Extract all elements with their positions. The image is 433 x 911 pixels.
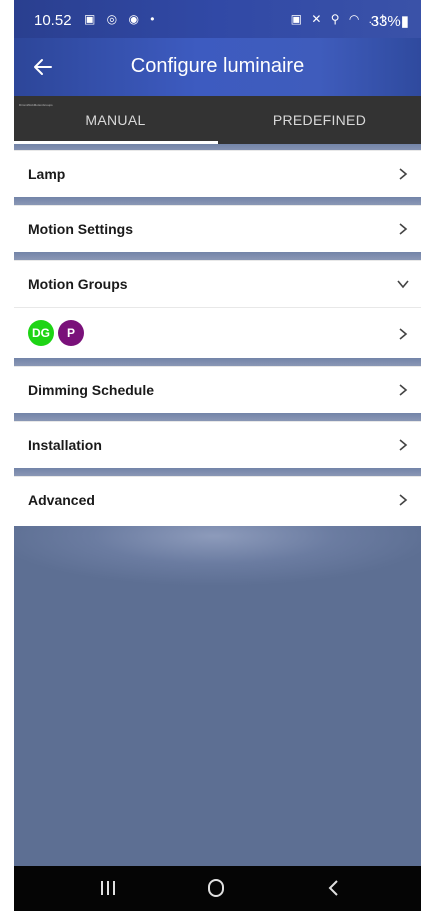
chevron-right-icon (399, 439, 408, 451)
home-icon (208, 879, 224, 897)
home-button[interactable] (196, 872, 236, 904)
row-installation[interactable]: Installation (14, 421, 421, 468)
chevron-down-icon (397, 280, 409, 289)
row-advanced[interactable]: Advanced (14, 476, 421, 526)
chevron-right-icon (399, 494, 408, 506)
tab-predefined[interactable]: PREDEFINED (218, 96, 421, 144)
recents-button[interactable] (88, 872, 128, 904)
motion-groups-item[interactable]: DG P (14, 307, 421, 358)
row-dimming-schedule[interactable]: Dimming Schedule (14, 366, 421, 413)
row-label: Installation (28, 437, 102, 453)
chevron-right-icon (399, 328, 408, 340)
row-label: Motion Settings (28, 221, 133, 237)
section-separator (14, 358, 421, 366)
chevron-right-icon (399, 223, 408, 235)
system-nav-bar (14, 866, 421, 911)
group-badge-dg: DG (28, 320, 54, 346)
status-bar: 10.52 ▣ ◎ ◉ • ▣ ✕ ⚲ ◠ .ıl 33%▮ (14, 0, 421, 38)
empty-content-area (14, 526, 421, 894)
nav-back-button[interactable] (314, 872, 354, 904)
section-separator (14, 468, 421, 476)
section-separator (14, 252, 421, 260)
recents-icon (101, 881, 115, 895)
row-label: Motion Groups (28, 276, 128, 292)
page-title: Configure luminaire (130, 55, 305, 77)
row-label: Advanced (28, 492, 95, 508)
section-separator (14, 197, 421, 205)
section-separator (14, 413, 421, 421)
chevron-right-icon (399, 384, 408, 396)
phone-screen: 10.52 ▣ ◎ ◉ • ▣ ✕ ⚲ ◠ .ıl 33%▮ Configure… (14, 0, 421, 911)
status-time: 10.52 (34, 12, 72, 29)
back-icon (328, 880, 338, 896)
tiny-caption: DimmWorkMotionGroups (19, 103, 53, 107)
battery-level: 33%▮ (370, 13, 409, 30)
row-motion-settings[interactable]: Motion Settings (14, 205, 421, 252)
row-lamp[interactable]: Lamp (14, 150, 421, 197)
notification-icons: ▣ ◎ ◉ • (84, 12, 159, 26)
row-label: Dimming Schedule (28, 382, 155, 398)
row-label: Lamp (28, 166, 66, 182)
tab-bar: MANUAL PREDEFINED (14, 96, 421, 144)
group-badge-p: P (58, 320, 84, 346)
chevron-right-icon (399, 168, 408, 180)
row-motion-groups[interactable]: Motion Groups (14, 260, 421, 307)
app-bar: Configure luminaire (14, 38, 421, 96)
